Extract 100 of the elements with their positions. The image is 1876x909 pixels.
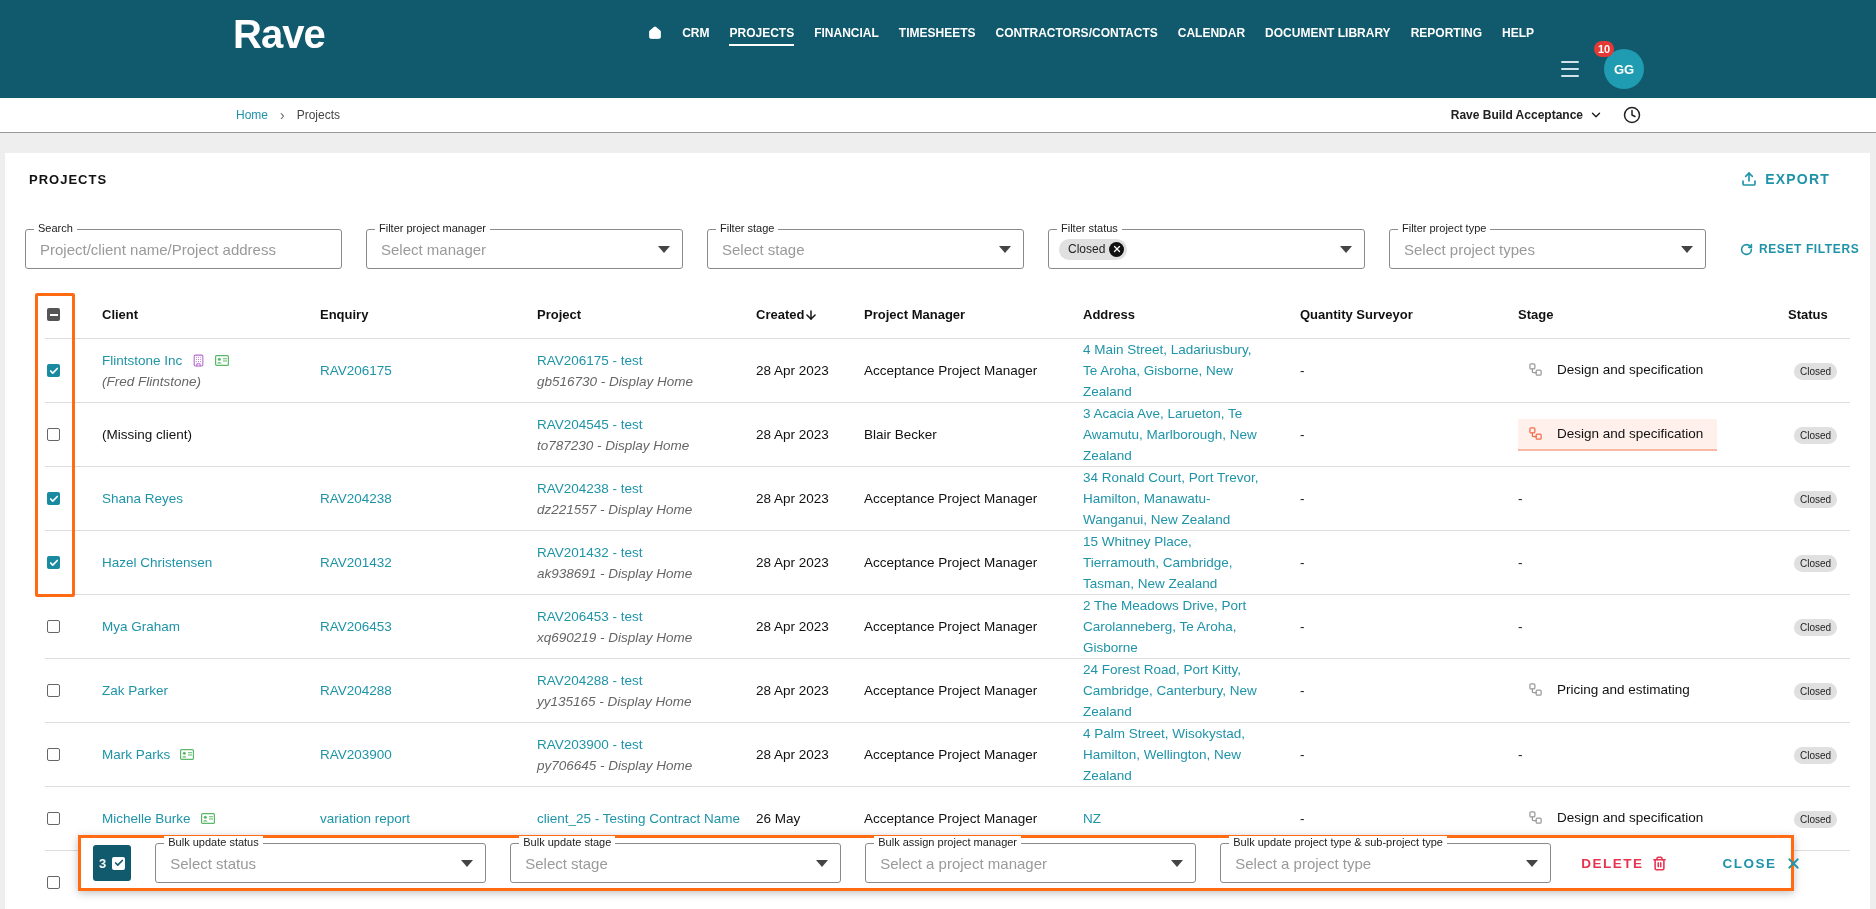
- column-header[interactable]: Quantity Surveyor: [1300, 307, 1518, 322]
- client-link[interactable]: Flintstone Inc: [102, 349, 183, 371]
- placeholder-text: Select project types: [1404, 240, 1536, 258]
- row-checkbox[interactable]: [47, 428, 60, 441]
- nav-link[interactable]: REPORTING: [1410, 26, 1482, 46]
- notification-badge: 10: [1594, 41, 1615, 57]
- nav-link[interactable]: TIMESHEETS: [898, 26, 976, 46]
- address-link[interactable]: 15 Whitney Place, Tierramouth, Cambridge, Tasman, New Zealand: [1083, 531, 1268, 594]
- reset-filters-button[interactable]: RESET FILTERS: [1734, 241, 1866, 257]
- nav-link[interactable]: FINANCIAL: [814, 26, 879, 46]
- column-header[interactable]: Created: [756, 307, 864, 322]
- project-subtitle: py706645 - Display Home: [537, 756, 694, 775]
- nav-link[interactable]: DOCUMENT LIBRARY: [1265, 26, 1391, 46]
- enquiry-link[interactable]: RAV206175: [320, 363, 392, 378]
- project-link[interactable]: RAV201432 - test: [537, 541, 747, 563]
- column-header[interactable]: Project: [537, 307, 756, 322]
- checkmark-icon[interactable]: [112, 856, 126, 870]
- delete-button[interactable]: DELETE: [1575, 854, 1673, 872]
- reset-icon[interactable]: [1740, 242, 1753, 256]
- status-chip[interactable]: Closed: [1059, 238, 1128, 260]
- client-link[interactable]: Mark Parks: [102, 744, 171, 765]
- project-link[interactable]: client_25 - Testing Contract Name: [537, 808, 747, 829]
- contact-name: (Fred Flintstone): [102, 372, 203, 391]
- client-link[interactable]: Michelle Burke: [102, 808, 191, 829]
- nav-link[interactable]: PROJECTS: [729, 26, 795, 46]
- row-checkbox[interactable]: [47, 684, 60, 697]
- client-link[interactable]: Shana Reyes: [102, 488, 184, 509]
- address-link[interactable]: 34 Ronald Court, Port Trevor, Hamilton, Manawatu-Wanganui, New Zealand: [1083, 467, 1268, 530]
- column-header[interactable]: Status: [1788, 307, 1850, 322]
- column-header[interactable]: Address: [1083, 307, 1300, 322]
- export-button[interactable]: EXPORT: [1735, 170, 1836, 188]
- row-checkbox[interactable]: [47, 620, 60, 633]
- remove-icon: [1109, 241, 1125, 257]
- column-header[interactable]: Enquiry: [320, 307, 537, 322]
- selected-count-button[interactable]: 3: [93, 845, 132, 881]
- upload-icon[interactable]: [1741, 171, 1758, 187]
- home-icon[interactable]: [648, 26, 663, 40]
- placeholder-text: Project/client name/Project address: [40, 240, 277, 258]
- enquiry-link[interactable]: variation report: [320, 811, 411, 826]
- workspace-selector[interactable]: Rave Build Acceptance: [1450, 108, 1603, 122]
- client-link[interactable]: Hazel Christensen: [102, 552, 213, 573]
- close-button[interactable]: CLOSE: [1716, 853, 1808, 873]
- trash-icon[interactable]: [1651, 855, 1667, 871]
- address-link[interactable]: 3 Acacia Ave, Larueton, Te Awamutu, Marlborough, New Zealand: [1083, 403, 1268, 466]
- project-link[interactable]: RAV204238 - test: [537, 477, 747, 499]
- clock-icon[interactable]: [1623, 106, 1641, 124]
- row-checkbox[interactable]: [47, 364, 60, 377]
- address-link[interactable]: 4 Palm Street, Wisokystad, Hamilton, Wellington, New Zealand: [1083, 723, 1268, 786]
- column-header[interactable]: Project Manager: [864, 307, 1083, 322]
- client-link[interactable]: Zak Parker: [102, 680, 169, 701]
- status-badge: Closed: [1794, 426, 1838, 444]
- field-label: Filter project manager: [375, 222, 490, 235]
- surveyor-text: -: [1300, 363, 1305, 378]
- dropdown-caret-icon[interactable]: [1526, 859, 1539, 867]
- logo[interactable]: Rave: [233, 12, 325, 58]
- dropdown-caret-icon[interactable]: [1171, 859, 1184, 867]
- field-label: Filter status: [1057, 222, 1122, 235]
- row-checkbox[interactable]: [47, 812, 60, 825]
- project-subtitle: dz221557 - Display Home: [537, 500, 694, 519]
- surveyor-text: -: [1300, 747, 1305, 762]
- breadcrumb-link[interactable]: Home: [236, 108, 268, 122]
- row-checkbox[interactable]: [47, 748, 60, 761]
- select-all-checkbox[interactable]: [47, 308, 60, 321]
- project-link[interactable]: RAV206175 - test: [537, 349, 747, 371]
- enquiry-link[interactable]: RAV206453: [320, 619, 392, 634]
- project-link[interactable]: RAV206453 - test: [537, 605, 747, 627]
- enquiry-link[interactable]: RAV201432: [320, 555, 392, 570]
- nav-link[interactable]: CRM: [682, 26, 710, 46]
- nav-link[interactable]: HELP: [1502, 26, 1534, 46]
- project-link[interactable]: RAV204545 - test: [537, 413, 747, 435]
- address-link[interactable]: 4 Main Street, Ladariusbury, Te Aroha, Gisborne, New Zealand: [1083, 339, 1268, 402]
- minus-icon[interactable]: [49, 313, 58, 316]
- stage-tag: Design and specification: [1518, 802, 1718, 835]
- column-header[interactable]: Client: [102, 307, 320, 322]
- enquiry-link[interactable]: RAV204238: [320, 491, 392, 506]
- status-badge: Closed: [1794, 554, 1838, 572]
- nav-link[interactable]: CONTRACTORS/CONTACTS: [995, 26, 1158, 46]
- enquiry-link[interactable]: RAV203900: [320, 747, 392, 762]
- dropdown-caret-icon[interactable]: [658, 245, 670, 253]
- dropdown-caret-icon[interactable]: [1340, 245, 1352, 253]
- dropdown-caret-icon[interactable]: [461, 859, 474, 867]
- address-link[interactable]: 2 The Meadows Drive, Port Carolanneberg, Te Aroha, Gisborne: [1083, 595, 1268, 658]
- dropdown-caret-icon[interactable]: [816, 859, 829, 867]
- nav-link[interactable]: CALENDAR: [1177, 26, 1246, 46]
- dropdown-caret-icon[interactable]: [999, 245, 1011, 253]
- field-label: Search: [34, 222, 77, 235]
- client-link[interactable]: Mya Graham: [102, 616, 181, 637]
- row-checkbox[interactable]: [47, 876, 60, 889]
- row-checkbox[interactable]: [47, 556, 60, 569]
- enquiry-link[interactable]: RAV204288: [320, 683, 392, 698]
- placeholder-text: Select manager: [381, 240, 488, 258]
- project-link[interactable]: RAV204288 - test: [537, 669, 747, 691]
- status-badge: Closed: [1794, 618, 1838, 636]
- project-link[interactable]: RAV203900 - test: [537, 733, 747, 755]
- row-checkbox[interactable]: [47, 492, 60, 505]
- address-link[interactable]: NZ: [1083, 808, 1268, 829]
- address-link[interactable]: 24 Forest Road, Port Kitty, Cambridge, Canterbury, New Zealand: [1083, 659, 1268, 722]
- created-date: 28 Apr 2023: [756, 747, 829, 762]
- column-header[interactable]: Stage: [1518, 307, 1788, 322]
- dropdown-caret-icon[interactable]: [1681, 245, 1693, 253]
